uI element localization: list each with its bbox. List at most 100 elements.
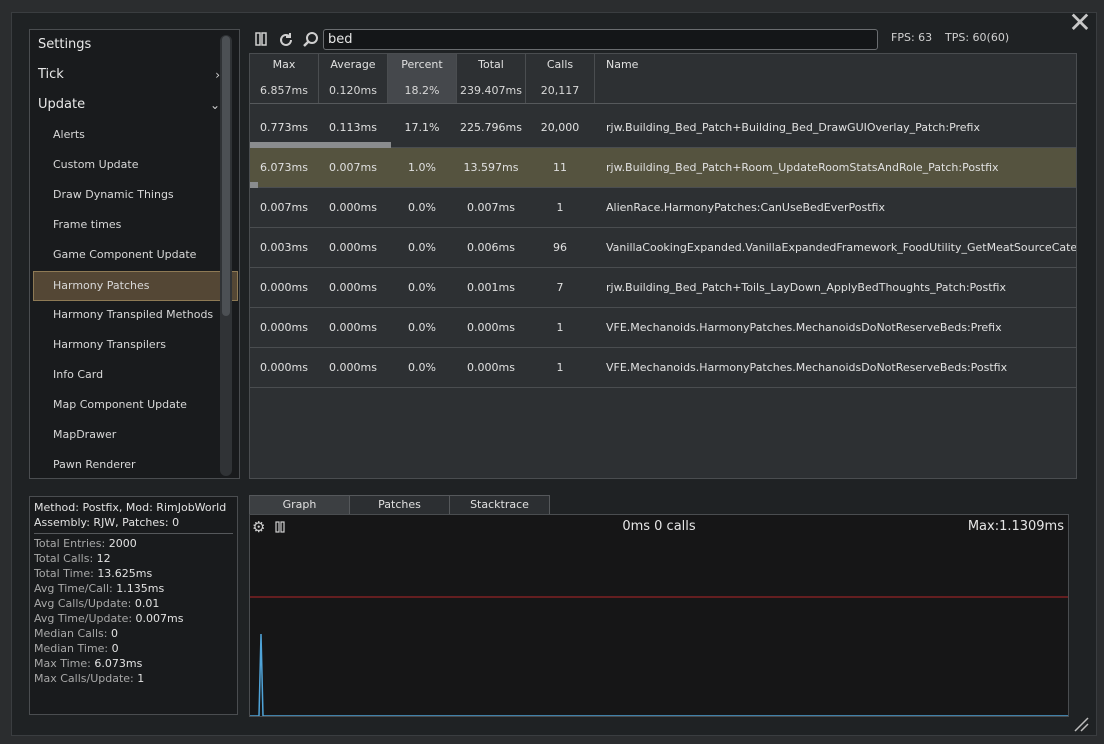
sidebar-item-tick[interactable]: Tick › xyxy=(30,60,228,90)
stat-key: Total Time: xyxy=(34,567,94,580)
column-total-value: 0.120ms xyxy=(329,84,377,97)
column-total-value: 18.2% xyxy=(404,84,440,97)
sidebar-scroll-thumb[interactable] xyxy=(222,36,230,316)
cell-total: 0.000ms xyxy=(467,361,515,374)
sidebar-item-custom-update[interactable]: Custom Update xyxy=(30,150,239,180)
table-header: Max 6.857ms Average 0.120ms Percent 18.2% Tota… xyxy=(250,54,1076,104)
sidebar-item-game-component-update[interactable]: Game Component Update xyxy=(30,240,239,270)
cell-total: 0.001ms xyxy=(467,281,515,294)
cell-calls: 1 xyxy=(556,201,564,214)
column-header-calls[interactable]: Calls 20,117 xyxy=(526,54,595,103)
sidebar-item-label: Update xyxy=(38,97,86,112)
pause-icon[interactable] xyxy=(252,31,270,49)
column-header-percent[interactable]: Percent 18.2% xyxy=(388,54,457,103)
sidebar-item-harmony-transpilers[interactable]: Harmony Transpilers xyxy=(30,330,239,360)
sidebar-item-label: Draw Dynamic Things xyxy=(53,188,174,201)
search-input[interactable] xyxy=(323,29,878,50)
refresh-icon[interactable] xyxy=(277,31,295,49)
stat-key: Total Entries: xyxy=(34,537,106,550)
cell-total: 13.597ms xyxy=(463,161,519,174)
sidebar-item-settings[interactable]: Settings xyxy=(30,30,228,60)
sidebar-item-pawn-renderer[interactable]: Pawn Renderer xyxy=(30,450,239,478)
sidebar-item-label: Settings xyxy=(38,37,92,52)
cell-calls: 1 xyxy=(556,321,564,334)
column-header-label: Name xyxy=(606,58,639,71)
cell-total: 0.007ms xyxy=(467,201,515,214)
cell-percent: 17.1% xyxy=(404,121,440,134)
tab-patches[interactable]: Patches xyxy=(349,495,450,515)
cell-calls: 96 xyxy=(553,241,567,254)
column-header-name[interactable]: Name xyxy=(595,54,1076,103)
cell-avg: 0.000ms xyxy=(329,241,377,254)
table-row[interactable]: 0.773ms 0.113ms 17.1% 225.796ms 20,000 rjw.Bu… xyxy=(250,108,1076,148)
sidebar-item-label: MapDrawer xyxy=(53,428,117,441)
column-total-value: 239.407ms xyxy=(460,84,522,97)
cell-percent: 0.0% xyxy=(408,241,436,254)
search-icon[interactable] xyxy=(302,31,320,49)
stat-key: Median Time: xyxy=(34,642,109,655)
table-row[interactable]: 0.000ms 0.000ms 0.0% 0.000ms 1 VFE.Mechanoids… xyxy=(250,348,1076,388)
column-header-average[interactable]: Average 0.120ms xyxy=(319,54,388,103)
sidebar-item-label: Custom Update xyxy=(53,158,139,171)
cell-calls: 1 xyxy=(556,361,564,374)
cell-name: AlienRace.HarmonyPatches:CanUseBedEverPo… xyxy=(606,201,885,214)
close-icon[interactable]: ✕ xyxy=(1068,9,1092,37)
cell-calls: 7 xyxy=(556,281,564,294)
resize-handle-icon[interactable] xyxy=(1073,716,1089,732)
cell-total: 0.000ms xyxy=(467,321,515,334)
table-row[interactable]: 0.003ms 0.000ms 0.0% 0.006ms 96 VanillaCookin… xyxy=(250,228,1076,268)
column-header-label: Average xyxy=(330,58,376,71)
tab-graph[interactable]: Graph xyxy=(249,495,350,515)
stat-value: 0.01 xyxy=(134,597,160,610)
sidebar-item-draw-dynamic-things[interactable]: Draw Dynamic Things xyxy=(30,180,239,210)
sidebar-item-frame-times[interactable]: Frame times xyxy=(30,210,239,240)
graph-plot xyxy=(250,596,1068,716)
table-row[interactable]: 6.073ms 0.007ms 1.0% 13.597ms 11 rjw.Building… xyxy=(250,148,1076,188)
cell-calls: 11 xyxy=(553,161,567,174)
stat-key: Max Calls/Update: xyxy=(34,672,134,685)
stat-line: Total Time: 13.625ms xyxy=(34,566,233,581)
method-info-panel: Method: Postfix, Mod: RimJobWorld Assemb… xyxy=(29,496,238,715)
column-header-total[interactable]: Total 239.407ms xyxy=(457,54,526,103)
stat-value: 12 xyxy=(96,552,111,565)
sidebar-item-info-card[interactable]: Info Card xyxy=(30,360,239,390)
table-row[interactable]: 0.007ms 0.000ms 0.0% 0.007ms 1 AlienRace.Harm… xyxy=(250,188,1076,228)
info-method-line: Method: Postfix, Mod: RimJobWorld xyxy=(34,501,227,514)
stat-value: 0.007ms xyxy=(135,612,184,625)
column-total-value: 6.857ms xyxy=(260,84,308,97)
stat-line: Median Time: 0 xyxy=(34,641,233,656)
stat-value: 13.625ms xyxy=(97,567,153,580)
stat-key: Max Time: xyxy=(34,657,91,670)
sidebar-item-map-component-update[interactable]: Map Component Update xyxy=(30,390,239,420)
sidebar-item-label: Harmony Patches xyxy=(53,279,150,292)
cell-avg: 0.000ms xyxy=(329,321,377,334)
table-row[interactable]: 0.000ms 0.000ms 0.0% 0.000ms 1 VFE.Mechanoids… xyxy=(250,308,1076,348)
sidebar-item-mapdrawer[interactable]: MapDrawer xyxy=(30,420,239,450)
cell-name: VFE.Mechanoids.HarmonyPatches.Mechanoids… xyxy=(606,361,1008,374)
sidebar-item-harmony-transpiled-methods[interactable]: Harmony Transpiled Methods xyxy=(30,300,239,330)
cell-total: 0.006ms xyxy=(467,241,515,254)
sidebar-item-label: Info Card xyxy=(53,368,104,381)
sidebar-item-harmony-patches[interactable]: Harmony Patches xyxy=(33,271,238,301)
stat-line: Total Calls: 12 xyxy=(34,551,233,566)
fps-label: FPS: 63 xyxy=(891,31,933,44)
stat-value: 1.135ms xyxy=(116,582,165,595)
sidebar-item-update[interactable]: Update ⌄ xyxy=(30,90,228,120)
stat-value: 6.073ms xyxy=(94,657,143,670)
column-header-max[interactable]: Max 6.857ms xyxy=(250,54,319,103)
sidebar-item-label: Alerts xyxy=(53,128,85,141)
tab-stacktrace[interactable]: Stacktrace xyxy=(449,495,550,515)
sidebar-item-alerts[interactable]: Alerts xyxy=(30,120,239,150)
cell-percent: 0.0% xyxy=(408,361,436,374)
table-row[interactable]: 0.000ms 0.000ms 0.0% 0.001ms 7 rjw.Building_B… xyxy=(250,268,1076,308)
stat-value: 2000 xyxy=(108,537,137,550)
stat-key: Avg Time/Call: xyxy=(34,582,113,595)
tps-label: TPS: 60(60) xyxy=(945,31,1010,44)
timing-line xyxy=(250,633,1068,716)
stat-key: Median Calls: xyxy=(34,627,108,640)
cell-max: 0.003ms xyxy=(260,241,308,254)
cell-avg: 0.007ms xyxy=(329,161,377,174)
stat-key: Avg Time/Update: xyxy=(34,612,133,625)
cell-avg: 0.000ms xyxy=(329,361,377,374)
stat-line: Max Time: 6.073ms xyxy=(34,656,233,671)
